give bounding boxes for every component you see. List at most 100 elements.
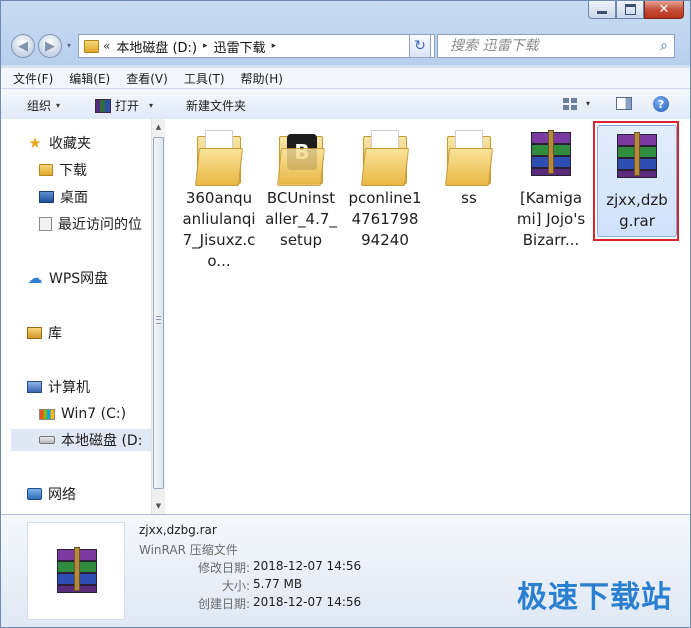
refresh-button[interactable]: ↻	[409, 34, 431, 58]
new-folder-label: 新建文件夹	[186, 99, 247, 113]
sidebar-item-computer[interactable]: 计算机	[27, 376, 151, 398]
sidebar-item-recent-places[interactable]: 最近访问的位	[39, 213, 151, 235]
minimize-icon	[597, 11, 607, 14]
details-created-row: 创建日期: 2018-12-07 14:56	[139, 595, 369, 612]
details-value: 2018-12-07 14:56	[253, 559, 362, 573]
help-icon[interactable]: ?	[653, 96, 669, 112]
address-overflow-chevron[interactable]: «	[103, 39, 110, 53]
site-watermark: 极速下载站	[517, 580, 672, 615]
minimize-button[interactable]	[588, 1, 616, 19]
open-label: 打开	[115, 99, 140, 113]
sidebar-item-label: 最近访问的位	[58, 217, 142, 233]
details-value: 2018-12-07 14:56	[253, 595, 362, 609]
view-options-dropdown[interactable]: ▾	[586, 99, 590, 108]
library-icon	[27, 327, 42, 339]
file-item[interactable]: 360anquanliulanqi7_Jisuxz.co...	[179, 123, 259, 273]
file-name: BCUninstaller_4.7_setup	[265, 189, 337, 249]
sidebar-item-favorites[interactable]: ★ 收藏夹	[27, 132, 151, 154]
details-value: 5.77 MB	[253, 577, 303, 591]
folder-icon	[84, 39, 99, 53]
explorer-window: ✕ ◀ ▶ ▾ « 本地磁盘 (D:) ▸ 迅雷下载 ▸ ▾ ↻ ⌕ 文件(F)…	[0, 0, 691, 628]
breadcrumb-xunlei-download[interactable]: 迅雷下载	[214, 37, 266, 56]
details-label: 创建日期:	[197, 597, 250, 611]
breadcrumb-separator-icon[interactable]: ▸	[203, 41, 208, 51]
close-button[interactable]: ✕	[644, 1, 684, 19]
sidebar-item-network[interactable]: 网络	[27, 483, 151, 505]
navigation-bar: ◀ ▶ ▾ « 本地磁盘 (D:) ▸ 迅雷下载 ▸ ▾ ↻ ⌕	[9, 31, 682, 61]
folder-icon	[39, 164, 53, 176]
folder-icon	[193, 128, 245, 188]
details-label: 大小:	[221, 579, 250, 593]
menu-help[interactable]: 帮助(H)	[241, 70, 283, 87]
menu-file[interactable]: 文件(F)	[13, 70, 53, 87]
sidebar-item-label: 收藏夹	[49, 136, 91, 152]
file-name: ss	[461, 189, 477, 207]
file-item[interactable]: [Kamigami] Jojo's Bizarr...	[511, 123, 591, 252]
cloud-icon: ☁	[27, 269, 43, 287]
sidebar-item-downloads[interactable]: 下载	[39, 159, 151, 181]
sidebar-item-local-disk-d[interactable]: 本地磁盘 (D:	[11, 429, 151, 451]
forward-arrow-icon: ▶	[45, 38, 55, 54]
menu-edit[interactable]: 编辑(E)	[69, 70, 110, 87]
address-bar[interactable]: « 本地磁盘 (D:) ▸ 迅雷下载 ▸ ▾	[78, 34, 435, 58]
sidebar-item-label: 库	[48, 326, 62, 342]
windows-drive-icon	[39, 408, 55, 420]
file-thumbnail	[27, 522, 125, 620]
computer-icon	[27, 381, 42, 393]
breadcrumb-local-disk-d[interactable]: 本地磁盘 (D:)	[116, 37, 197, 56]
folder-bcuninstaller-icon: B	[275, 128, 327, 188]
details-file-type: WinRAR 压缩文件	[139, 543, 238, 557]
file-item-selected[interactable]: zjxx,dzbg.rar	[597, 125, 677, 237]
file-name: [Kamigami] Jojo's Bizarr...	[516, 189, 586, 249]
file-name: zjxx,dzbg.rar	[606, 191, 668, 230]
scroll-down-icon[interactable]: ▼	[152, 498, 165, 514]
open-button[interactable]: 打开 ▾	[95, 97, 153, 114]
network-icon	[27, 488, 42, 500]
drive-icon	[39, 436, 55, 444]
file-item[interactable]: ss	[429, 123, 509, 210]
preview-pane-icon[interactable]	[616, 97, 632, 110]
winrar-icon	[525, 128, 577, 188]
winrar-icon	[95, 98, 111, 113]
back-button[interactable]: ◀	[11, 34, 35, 58]
search-input[interactable]	[448, 37, 652, 55]
sidebar-item-win7-c[interactable]: Win7 (C:)	[39, 403, 151, 425]
winrar-icon	[611, 130, 663, 190]
file-item[interactable]: B BCUninstaller_4.7_setup	[261, 123, 341, 252]
recent-pages-dropdown[interactable]: ▾	[67, 41, 71, 50]
sidebar-item-libraries[interactable]: 库	[27, 322, 151, 344]
scrollbar-thumb[interactable]	[153, 137, 164, 489]
forward-button[interactable]: ▶	[38, 34, 62, 58]
caption-buttons: ✕	[588, 1, 684, 21]
sidebar-item-label: 下载	[59, 163, 87, 179]
sidebar-item-desktop[interactable]: 桌面	[39, 186, 151, 208]
details-label: 修改日期:	[197, 561, 250, 575]
search-box[interactable]: ⌕	[437, 34, 675, 58]
change-view-icon[interactable]	[563, 98, 577, 110]
details-size-row: 大小: 5.77 MB	[139, 577, 369, 594]
sidebar-item-wps-drive[interactable]: ☁ WPS网盘	[27, 267, 151, 289]
maximize-icon	[624, 4, 636, 15]
maximize-button[interactable]	[616, 1, 644, 19]
sidebar-item-label: 本地磁盘 (D:	[61, 433, 143, 449]
details-modified-row: 修改日期: 2018-12-07 14:56	[139, 559, 369, 576]
desktop-icon	[39, 191, 54, 203]
file-item[interactable]: pconline1476179894240	[345, 123, 425, 252]
menu-tools[interactable]: 工具(T)	[184, 70, 225, 87]
back-arrow-icon: ◀	[18, 38, 28, 54]
new-folder-button[interactable]: 新建文件夹	[186, 97, 246, 114]
search-icon[interactable]: ⌕	[660, 38, 668, 54]
sidebar-item-label: Win7 (C:)	[61, 406, 127, 422]
sidebar-item-label: 网络	[48, 487, 76, 503]
close-icon: ✕	[658, 2, 670, 17]
organize-button[interactable]: 组织 ▾	[27, 97, 60, 114]
scroll-up-icon[interactable]: ▲	[152, 119, 165, 135]
sidebar-item-label: 计算机	[48, 380, 90, 396]
menu-bar: 文件(F) 编辑(E) 查看(V) 工具(T) 帮助(H)	[1, 67, 690, 88]
menu-view[interactable]: 查看(V)	[126, 70, 168, 87]
organize-label: 组织	[27, 99, 52, 113]
sidebar-item-label: 桌面	[60, 190, 88, 206]
nav-pane-scrollbar[interactable]: ▲ ▼	[151, 119, 165, 514]
file-name: pconline1476179894240	[348, 189, 422, 249]
breadcrumb-separator-icon[interactable]: ▸	[272, 41, 277, 51]
